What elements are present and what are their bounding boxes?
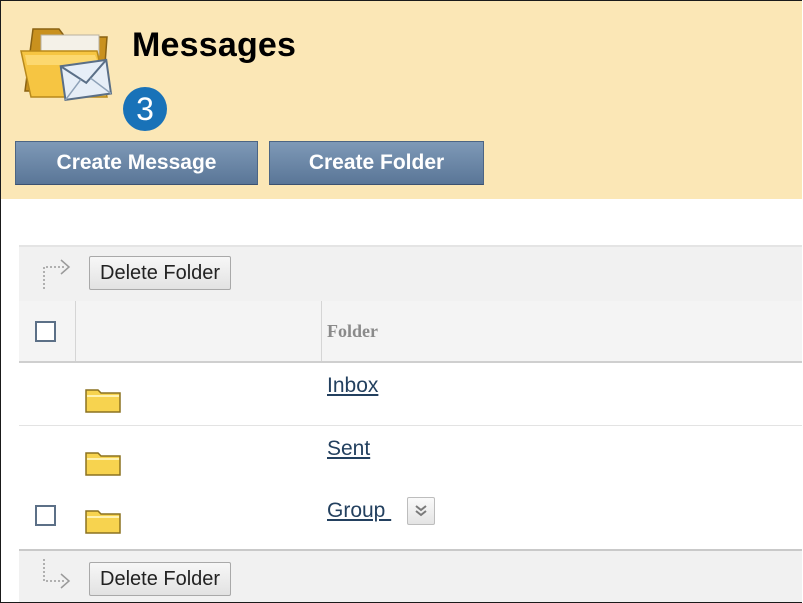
table-header: Folder — [19, 301, 802, 363]
unread-count-badge: 3 — [123, 87, 167, 131]
table-toolbar-top: Delete Folder — [19, 247, 802, 302]
select-arrow-icon — [43, 559, 71, 589]
delete-folder-button-bottom[interactable]: Delete Folder — [89, 562, 232, 596]
folder-mail-icon — [20, 28, 113, 102]
select-all-checkbox[interactable] — [35, 321, 56, 342]
select-arrow-icon — [43, 259, 71, 289]
messages-page: Messages 3 Create Message Create Folder … — [0, 0, 802, 603]
page-header: Messages 3 Create Message Create Folder — [1, 1, 802, 199]
folder-icon — [85, 510, 121, 534]
create-message-button[interactable]: Create Message — [15, 141, 258, 185]
delete-folder-button[interactable]: Delete Folder — [89, 256, 232, 290]
column-divider — [321, 301, 322, 361]
folder-link-sent[interactable]: Sent — [327, 437, 370, 461]
table-row: Group — [19, 488, 802, 548]
chevron-down-icon[interactable] — [407, 497, 435, 525]
folder-link-group[interactable]: Group — [327, 499, 391, 523]
row-checkbox[interactable] — [35, 505, 56, 526]
table-row: Inbox — [19, 363, 802, 426]
folder-icon — [85, 452, 121, 476]
table-toolbar-bottom: Delete Folder — [19, 549, 802, 602]
table-row: Sent — [19, 426, 802, 489]
folder-link-inbox[interactable]: Inbox — [327, 374, 378, 398]
page-title: Messages — [132, 26, 297, 64]
folder-icon — [85, 389, 121, 413]
column-divider — [75, 301, 76, 361]
create-folder-button[interactable]: Create Folder — [269, 141, 484, 185]
column-header-folder[interactable]: Folder — [327, 321, 378, 342]
